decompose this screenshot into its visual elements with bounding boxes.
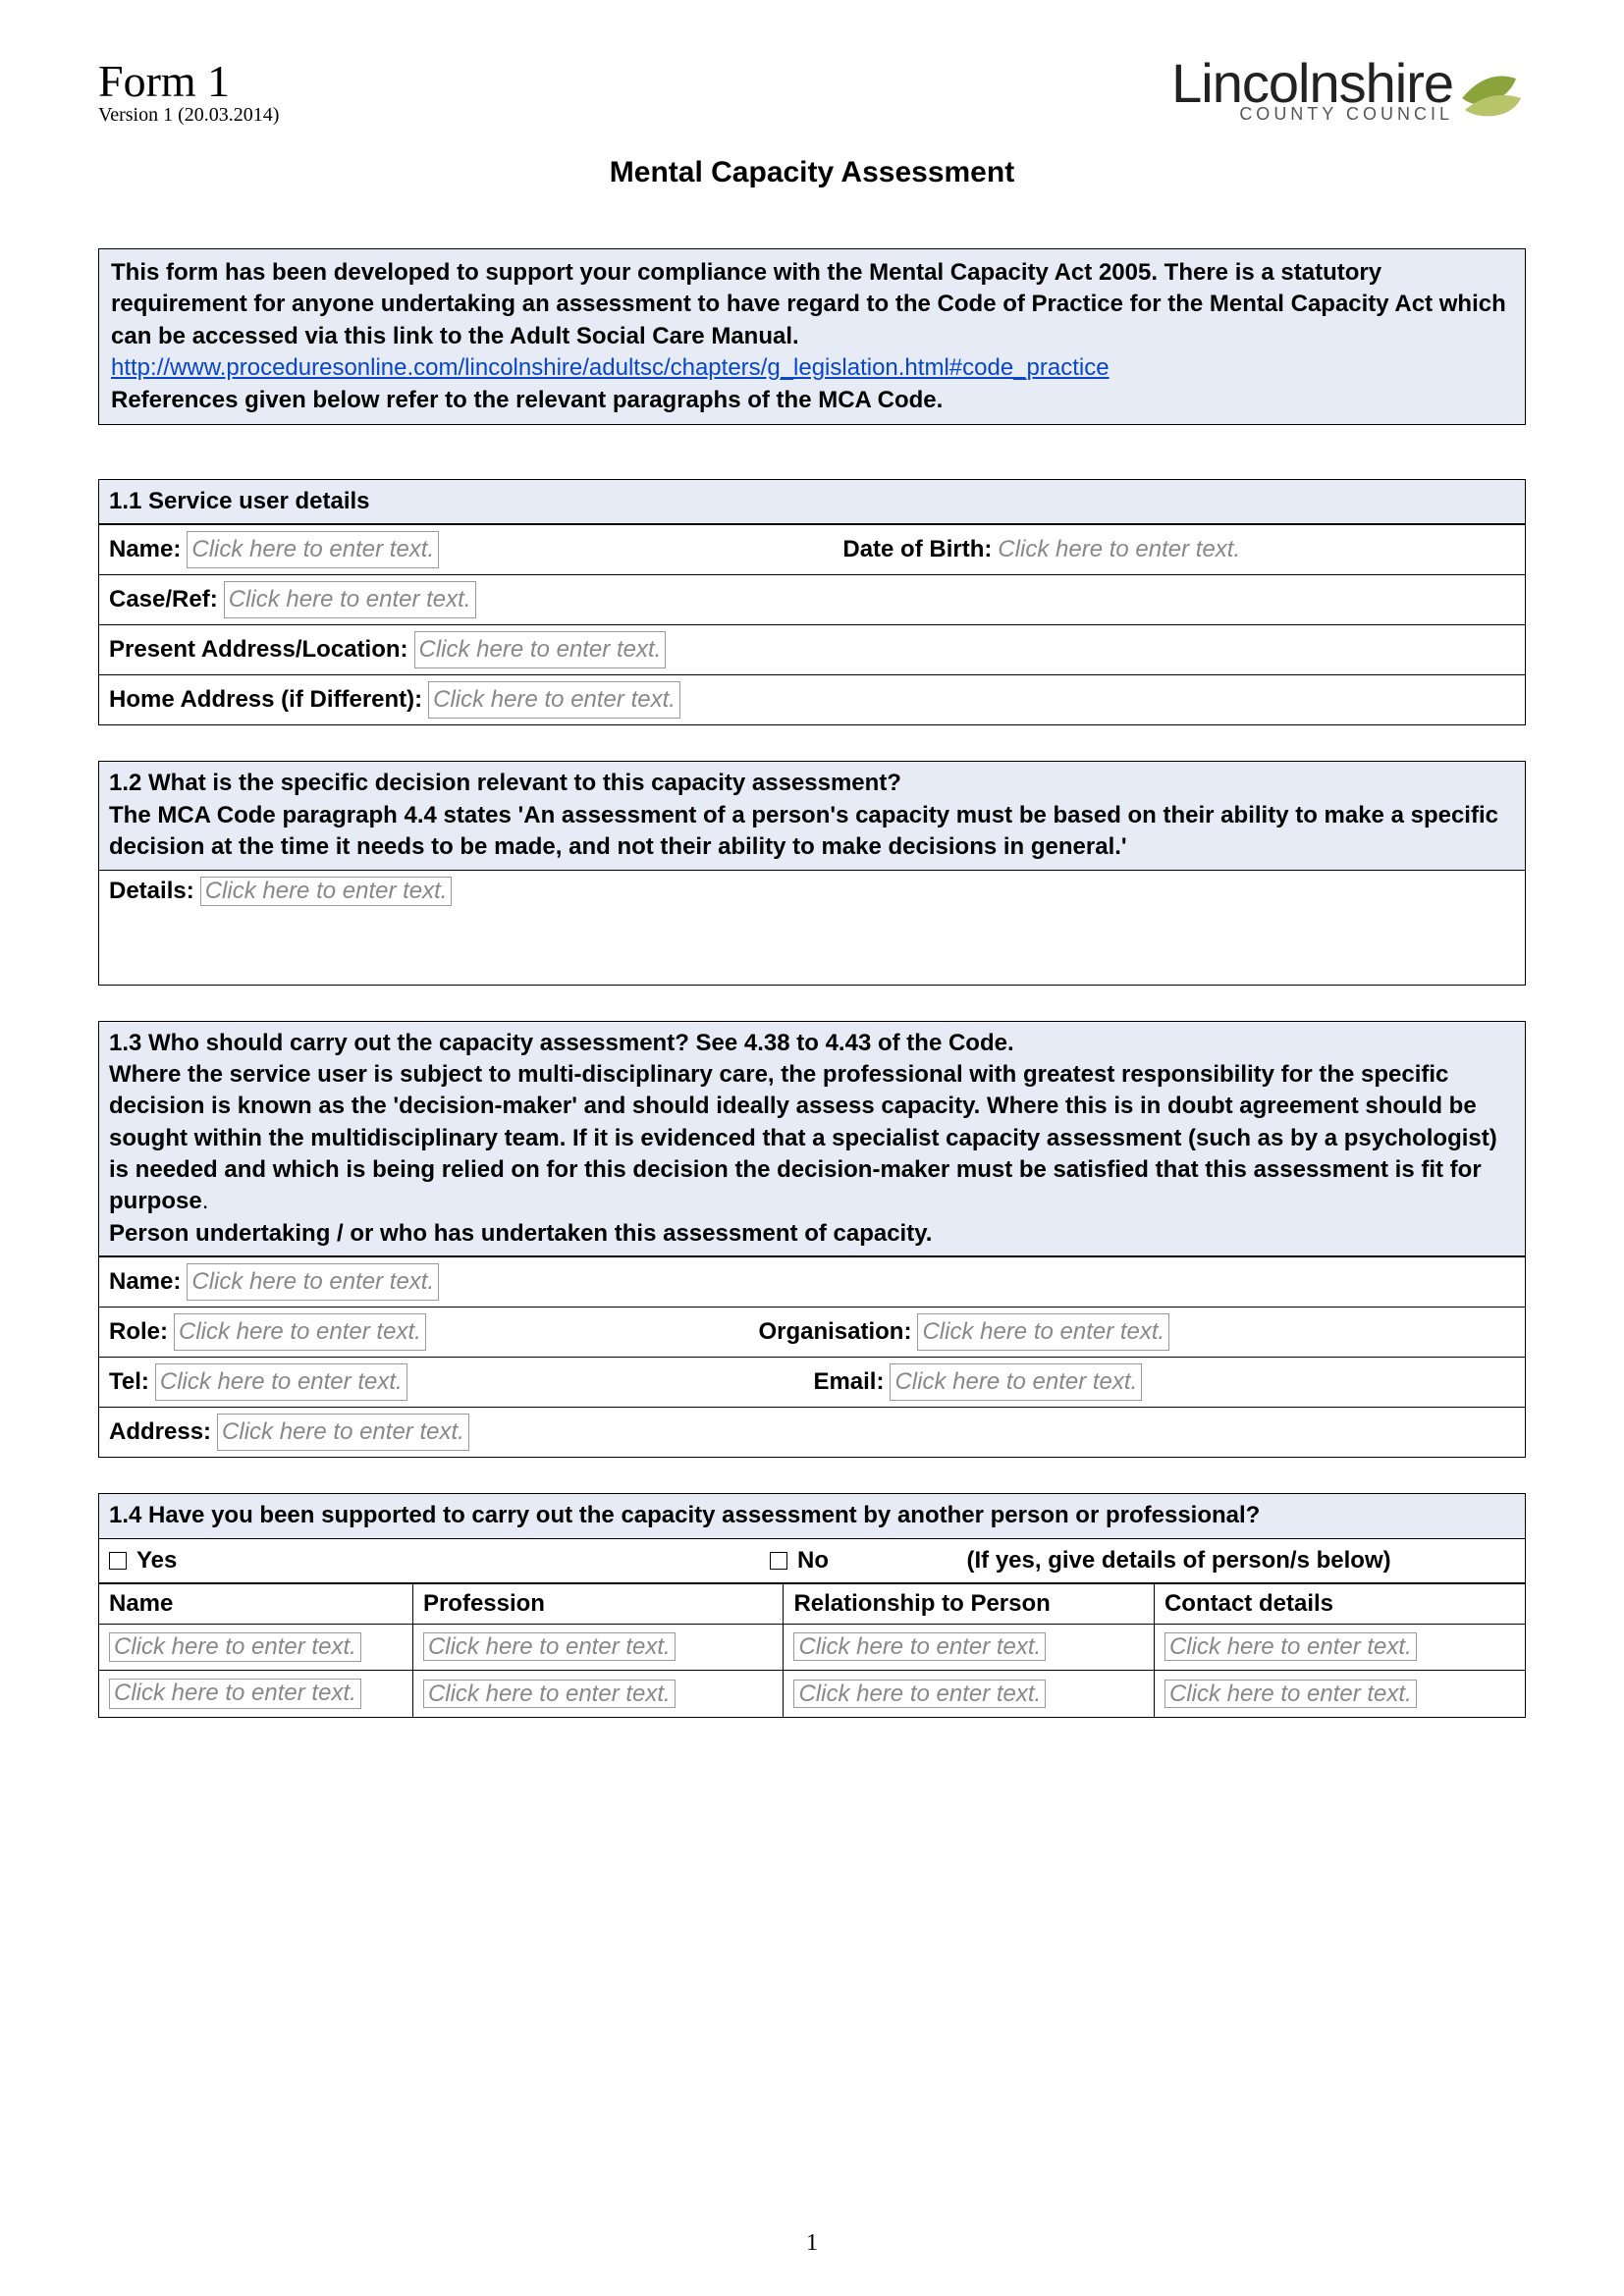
document-header: Form 1 Version 1 (20.03.2014) Lincolnshi… (98, 59, 1526, 127)
section-1-2-heading-line2: The MCA Code paragraph 4.4 states 'An as… (109, 802, 1498, 860)
caseref-input[interactable]: Click here to enter text. (224, 581, 476, 618)
col-name: Name (99, 1583, 412, 1624)
caseref-label: Case/Ref: (109, 582, 218, 617)
yes-label: Yes (136, 1547, 177, 1575)
section-1-3-heading-line3: Person undertaking / or who has undertak… (109, 1220, 932, 1247)
intro-text-2: References given below refer to the rele… (111, 387, 943, 413)
details-label: Details: (109, 878, 194, 905)
form-version: Version 1 (20.03.2014) (98, 104, 279, 127)
logo: Lincolnshire COUNTY COUNCIL (1171, 59, 1526, 125)
assessor-address-input[interactable]: Click here to enter text. (217, 1414, 469, 1451)
section-1-2-heading: 1.2 What is the specific decision releva… (99, 762, 1525, 870)
assessor-role-input[interactable]: Click here to enter text. (174, 1313, 426, 1351)
details-input[interactable]: Click here to enter text. (200, 877, 453, 906)
support-profession-input[interactable]: Click here to enter text. (423, 1680, 676, 1708)
present-address-label: Present Address/Location: (109, 632, 408, 667)
assessor-tel-label: Tel: (109, 1364, 149, 1400)
assessor-org-input[interactable]: Click here to enter text. (917, 1313, 1169, 1351)
page-title: Mental Capacity Assessment (98, 156, 1526, 189)
home-address-label: Home Address (if Different): (109, 682, 422, 718)
yes-checkbox[interactable] (109, 1552, 127, 1570)
support-contact-input[interactable]: Click here to enter text. (1164, 1632, 1417, 1661)
present-address-input[interactable]: Click here to enter text. (414, 631, 667, 668)
dob-input[interactable]: Click here to enter text. (998, 532, 1240, 567)
col-profession: Profession (412, 1583, 784, 1624)
no-label: No (797, 1547, 829, 1575)
section-1-1-heading: 1.1 Service user details (99, 480, 1525, 524)
home-address-input[interactable]: Click here to enter text. (428, 681, 680, 719)
section-1-1: 1.1 Service user details Name: Click her… (98, 479, 1526, 725)
section-1-2-heading-line1: 1.2 What is the specific decision releva… (109, 770, 901, 796)
section-1-3: 1.3 Who should carry out the capacity as… (98, 1021, 1526, 1459)
section-1-4-heading: 1.4 Have you been supported to carry out… (99, 1494, 1525, 1538)
intro-text-1: This form has been developed to support … (111, 259, 1506, 349)
section-1-2: 1.2 What is the specific decision releva… (98, 761, 1526, 985)
logo-text: Lincolnshire (1171, 59, 1453, 108)
assessor-email-input[interactable]: Click here to enter text. (890, 1363, 1142, 1401)
support-hint: (If yes, give details of person/s below) (967, 1547, 1516, 1575)
section-1-3-heading-line2: Where the service user is subject to mul… (109, 1061, 1497, 1215)
support-profession-input[interactable]: Click here to enter text. (423, 1632, 676, 1661)
section-1-3-heading-line1: 1.3 Who should carry out the capacity as… (109, 1030, 1014, 1056)
assessor-email-label: Email: (813, 1364, 884, 1400)
assessor-org-label: Organisation: (758, 1314, 911, 1350)
logo-mark-icon (1457, 59, 1526, 124)
assessor-tel-input[interactable]: Click here to enter text. (155, 1363, 407, 1401)
support-table: Name Profession Relationship to Person C… (99, 1583, 1525, 1718)
assessor-name-input[interactable]: Click here to enter text. (187, 1263, 439, 1301)
table-row: Click here to enter text. Click here to … (99, 1671, 1525, 1717)
dob-label: Date of Birth: (842, 532, 992, 567)
support-contact-input[interactable]: Click here to enter text. (1164, 1680, 1417, 1708)
support-name-input[interactable]: Click here to enter text. (109, 1679, 361, 1709)
support-name-input[interactable]: Click here to enter text. (109, 1632, 361, 1663)
form-number: Form 1 (98, 59, 279, 104)
support-relationship-input[interactable]: Click here to enter text. (793, 1632, 1046, 1661)
table-row: Click here to enter text. Click here to … (99, 1624, 1525, 1671)
code-of-practice-link[interactable]: http://www.proceduresonline.com/lincolns… (111, 354, 1110, 381)
col-contact: Contact details (1154, 1583, 1525, 1624)
intro-box: This form has been developed to support … (98, 248, 1526, 425)
support-relationship-input[interactable]: Click here to enter text. (793, 1680, 1046, 1708)
col-relationship: Relationship to Person (784, 1583, 1155, 1624)
assessor-name-label: Name: (109, 1264, 181, 1300)
page-number: 1 (0, 2230, 1624, 2257)
no-checkbox[interactable] (770, 1552, 787, 1570)
assessor-role-label: Role: (109, 1314, 168, 1350)
name-input[interactable]: Click here to enter text. (187, 531, 439, 568)
section-1-4: 1.4 Have you been supported to carry out… (98, 1493, 1526, 1718)
assessor-address-label: Address: (109, 1415, 211, 1450)
name-label: Name: (109, 532, 181, 567)
section-1-3-heading: 1.3 Who should carry out the capacity as… (99, 1022, 1525, 1257)
